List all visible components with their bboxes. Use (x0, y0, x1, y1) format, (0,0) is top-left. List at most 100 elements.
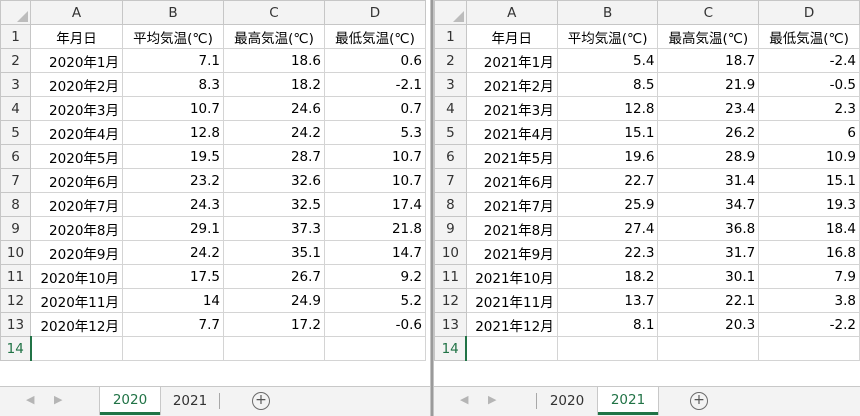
row-header[interactable]: 7 (434, 168, 467, 193)
cell-high-temp[interactable]: 34.7 (657, 192, 760, 217)
cell-low-temp[interactable]: 10.9 (758, 144, 860, 169)
cell-date[interactable]: 2021年7月 (465, 192, 558, 217)
select-all-corner[interactable] (434, 0, 467, 25)
row-header[interactable]: 5 (434, 120, 467, 145)
prev-sheet-icon[interactable]: ◀ (26, 393, 34, 406)
cell-avg-temp[interactable]: 19.5 (122, 144, 224, 169)
table-cell[interactable] (758, 336, 860, 361)
cell-low-temp[interactable]: -2.1 (324, 72, 426, 97)
cell-high-temp[interactable]: 24.2 (223, 120, 325, 145)
row-header-active[interactable]: 14 (434, 336, 468, 361)
cell-avg-temp[interactable]: 7.7 (122, 312, 224, 337)
cell-avg-temp[interactable]: 19.6 (556, 144, 659, 169)
cell-date[interactable]: 2020年4月 (30, 120, 123, 145)
cell-low-temp[interactable]: 21.8 (324, 216, 426, 241)
cell-avg-temp[interactable]: 27.4 (556, 216, 659, 241)
column-header-a[interactable]: A (30, 0, 123, 25)
row-header[interactable]: 7 (0, 168, 31, 193)
cell-avg-temp[interactable]: 5.4 (556, 48, 659, 73)
cell-date[interactable]: 2020年6月 (30, 168, 123, 193)
row-header[interactable]: 10 (434, 240, 467, 265)
row-header[interactable]: 4 (0, 96, 31, 121)
table-cell[interactable] (223, 336, 325, 361)
cell-low-temp[interactable]: -2.4 (758, 48, 860, 73)
row-header[interactable]: 10 (0, 240, 31, 265)
cell-low-temp[interactable]: -2.2 (758, 312, 860, 337)
cell-avg-temp[interactable]: 15.1 (556, 120, 659, 145)
cell-low-temp[interactable]: 0.7 (324, 96, 426, 121)
row-header[interactable]: 11 (0, 264, 31, 289)
cell-low-temp[interactable]: 19.3 (758, 192, 860, 217)
cell-avg-temp[interactable]: 17.5 (122, 264, 224, 289)
table-cell[interactable] (556, 336, 659, 361)
cell-avg-temp[interactable]: 22.3 (556, 240, 659, 265)
row-header[interactable]: 2 (434, 48, 467, 73)
cell-high-temp[interactable]: 17.2 (223, 312, 325, 337)
row-header[interactable]: 13 (0, 312, 31, 337)
cell-avg-temp[interactable]: 12.8 (122, 120, 224, 145)
cell-high-temp[interactable]: 35.1 (223, 240, 325, 265)
cell-high-temp[interactable]: 24.6 (223, 96, 325, 121)
cell-header-avg[interactable]: 平均気温(℃) (556, 24, 659, 49)
cell-low-temp[interactable]: 0.6 (324, 48, 426, 73)
select-all-corner[interactable] (0, 0, 31, 25)
cell-low-temp[interactable]: 9.2 (324, 264, 426, 289)
cell-low-temp[interactable]: 2.3 (758, 96, 860, 121)
row-header[interactable]: 4 (434, 96, 467, 121)
cell-high-temp[interactable]: 26.2 (657, 120, 760, 145)
cell-header-high[interactable]: 最高気温(℃) (223, 24, 325, 49)
cell-avg-temp[interactable]: 8.5 (556, 72, 659, 97)
column-header-d[interactable]: D (758, 0, 860, 25)
row-header[interactable]: 12 (434, 288, 467, 313)
sheet-tab-2021[interactable]: 2021 (598, 387, 658, 415)
cell-high-temp[interactable]: 28.9 (657, 144, 760, 169)
column-header-b[interactable]: B (122, 0, 224, 25)
cell-low-temp[interactable]: 6 (758, 120, 860, 145)
row-header[interactable]: 3 (434, 72, 467, 97)
cell-date[interactable]: 2020年2月 (30, 72, 123, 97)
cell-low-temp[interactable]: 14.7 (324, 240, 426, 265)
table-cell[interactable] (30, 336, 123, 361)
row-header[interactable]: 13 (434, 312, 467, 337)
sheet-tab-2021[interactable]: 2021 (162, 387, 218, 415)
row-header[interactable]: 6 (0, 144, 31, 169)
cell-date[interactable]: 2020年11月 (30, 288, 123, 313)
cell-low-temp[interactable]: 16.8 (758, 240, 860, 265)
cell-date[interactable]: 2021年2月 (465, 72, 558, 97)
column-header-b[interactable]: B (556, 0, 659, 25)
cell-low-temp[interactable]: -0.6 (324, 312, 426, 337)
cell-high-temp[interactable]: 37.3 (223, 216, 325, 241)
cell-date[interactable]: 2020年10月 (30, 264, 123, 289)
row-header[interactable]: 1 (0, 24, 31, 49)
cell-header-low[interactable]: 最低気温(℃) (758, 24, 860, 49)
cell-date[interactable]: 2021年1月 (465, 48, 558, 73)
cell-date[interactable]: 2020年9月 (30, 240, 123, 265)
cell-avg-temp[interactable]: 25.9 (556, 192, 659, 217)
cell-low-temp[interactable]: 3.8 (758, 288, 860, 313)
cell-high-temp[interactable]: 24.9 (223, 288, 325, 313)
cell-header-low[interactable]: 最低気温(℃) (324, 24, 426, 49)
row-header[interactable]: 8 (434, 192, 467, 217)
cell-high-temp[interactable]: 31.7 (657, 240, 760, 265)
cell-low-temp[interactable]: 10.7 (324, 168, 426, 193)
cell-avg-temp[interactable]: 7.1 (122, 48, 224, 73)
cell-avg-temp[interactable]: 8.3 (122, 72, 224, 97)
table-cell[interactable] (657, 336, 760, 361)
cell-low-temp[interactable]: 17.4 (324, 192, 426, 217)
cell-date[interactable]: 2021年9月 (465, 240, 558, 265)
cell-high-temp[interactable]: 32.6 (223, 168, 325, 193)
cell-avg-temp[interactable]: 18.2 (556, 264, 659, 289)
cell-date[interactable]: 2020年5月 (30, 144, 123, 169)
row-header[interactable]: 11 (434, 264, 467, 289)
cell-date[interactable]: 2021年8月 (465, 216, 558, 241)
add-sheet-icon[interactable]: + (252, 392, 270, 410)
row-header-active[interactable]: 14 (0, 336, 32, 361)
table-cell[interactable] (122, 336, 224, 361)
table-cell[interactable] (465, 336, 558, 361)
cell-date[interactable]: 2020年8月 (30, 216, 123, 241)
cell-low-temp[interactable]: 7.9 (758, 264, 860, 289)
cell-date[interactable]: 2021年3月 (465, 96, 558, 121)
cell-avg-temp[interactable]: 8.1 (556, 312, 659, 337)
cell-date[interactable]: 2021年12月 (465, 312, 558, 337)
cell-high-temp[interactable]: 18.6 (223, 48, 325, 73)
